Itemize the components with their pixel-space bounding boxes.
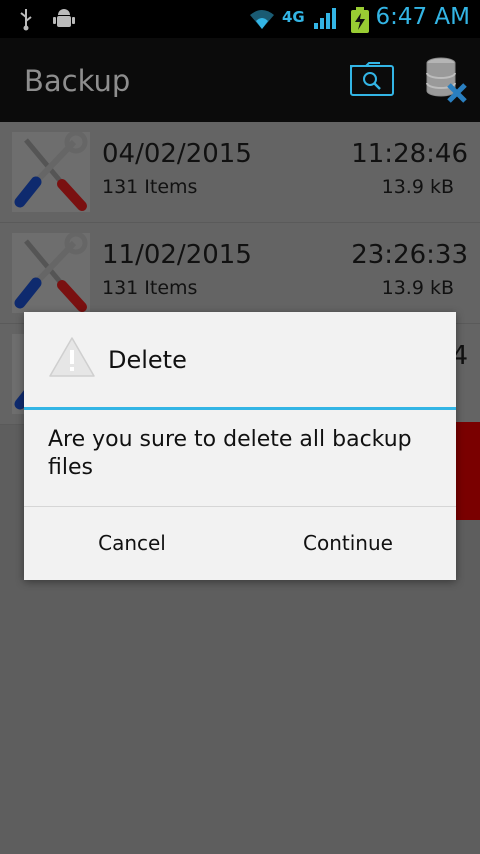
backup-size: 13.9 kB — [381, 176, 454, 198]
dialog-message: Are you sure to delete all backup files — [48, 427, 412, 480]
continue-button[interactable]: Continue — [240, 507, 456, 580]
search-folder-icon[interactable] — [350, 62, 394, 96]
tools-icon — [12, 233, 90, 313]
backup-item-count: 131 Items — [102, 277, 198, 299]
delete-swipe-indicator — [456, 422, 480, 520]
list-item[interactable]: 11/02/2015 23:26:33 131 Items 13.9 kB — [0, 223, 480, 324]
usb-icon — [20, 9, 32, 31]
signal-icon — [314, 8, 336, 29]
app-title: Backup — [24, 64, 131, 98]
backup-item-count: 131 Items — [102, 176, 198, 198]
backup-date: 11/02/2015 — [102, 240, 252, 270]
cancel-button[interactable]: Cancel — [24, 507, 240, 580]
backup-time: 11:28:46 — [351, 139, 468, 169]
delete-dialog: Delete Are you sure to delete all backup… — [24, 312, 456, 580]
network-type-label: 4G — [282, 8, 305, 26]
backup-time: 23:26:33 — [351, 240, 468, 270]
warning-icon — [49, 337, 95, 377]
status-bar: 4G 6:47 AM — [0, 0, 480, 38]
dialog-header: Delete — [24, 312, 456, 408]
backup-date: 04/02/2015 — [102, 139, 252, 169]
status-time: 6:47 AM — [375, 4, 470, 30]
dialog-title: Delete — [108, 346, 187, 374]
dialog-title-divider — [24, 407, 456, 410]
tools-icon — [12, 132, 90, 212]
database-delete-icon[interactable] — [423, 57, 469, 103]
action-bar: Backup — [0, 38, 480, 122]
wifi-icon — [250, 10, 274, 29]
battery-charging-icon — [351, 7, 369, 33]
backup-size: 13.9 kB — [381, 277, 454, 299]
android-debug-icon — [53, 9, 75, 27]
list-item[interactable]: 04/02/2015 11:28:46 131 Items 13.9 kB — [0, 122, 480, 223]
